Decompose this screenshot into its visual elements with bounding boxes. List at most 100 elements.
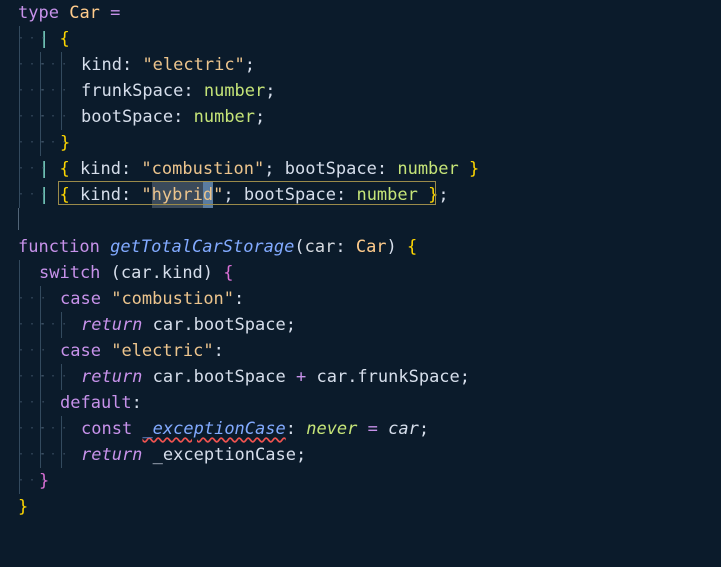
- code-line-13[interactable]: return car.bootSpace;: [18, 312, 296, 338]
- parameter-type: Car: [355, 237, 387, 257]
- property-name: kind: [79, 185, 121, 205]
- type-annotation: number: [397, 159, 459, 179]
- code-line-8[interactable]: | { kind: "hybrid"; bootSpace: number };: [18, 182, 449, 208]
- indent-guide: [39, 390, 60, 416]
- indent-guide: [60, 52, 81, 78]
- indent-guide: [18, 286, 51, 312]
- keyword-case: case: [60, 289, 101, 309]
- type-annotation: number: [193, 107, 256, 127]
- code-line-3[interactable]: kind: "electric";: [18, 52, 255, 78]
- indent-guide: [18, 208, 19, 230]
- text-cursor[interactable]: d: [202, 182, 214, 208]
- indent-guide: [18, 52, 51, 78]
- string-quote-close: ": [213, 185, 224, 205]
- open-brace: {: [59, 29, 70, 49]
- type-annotation: never: [306, 419, 358, 439]
- return-expression: _exceptionCase: [152, 445, 296, 465]
- code-line-20[interactable]: }: [18, 494, 28, 520]
- indent-guide: [60, 416, 81, 442]
- type-name: Car: [69, 3, 100, 23]
- code-line-5[interactable]: bootSpace: number;: [18, 104, 265, 130]
- keyword-return: return: [81, 445, 143, 465]
- code-line-1[interactable]: type Car =: [18, 0, 120, 26]
- indent-guide: [18, 416, 51, 442]
- property-name: bootSpace: [284, 159, 377, 179]
- string-literal: "combustion": [141, 159, 265, 179]
- indent-guide: [39, 130, 72, 156]
- type-annotation: number: [356, 185, 418, 205]
- parameter-name: car: [304, 237, 336, 257]
- indent-guide: [39, 312, 72, 338]
- indent-guide: [18, 312, 51, 338]
- string-literal: "combustion": [111, 289, 235, 309]
- return-expression: car.frunkSpace: [316, 367, 460, 387]
- indent-guide: [18, 260, 39, 286]
- indent-guide: [60, 312, 81, 338]
- error-variable[interactable]: _exceptionCase: [142, 416, 285, 442]
- keyword-return: return: [81, 367, 143, 387]
- indent-guide: [39, 338, 60, 364]
- code-line-14[interactable]: case "electric":: [18, 338, 224, 364]
- code-line-15[interactable]: return car.bootSpace + car.frunkSpace;: [18, 364, 470, 390]
- code-line-17[interactable]: const _exceptionCase: never = car;: [18, 416, 429, 442]
- string-literal: "electric": [142, 55, 245, 75]
- keyword-type: type: [18, 3, 59, 23]
- code-line-12[interactable]: case "combustion":: [18, 286, 244, 312]
- keyword-const: const: [81, 419, 133, 439]
- keyword-switch: switch: [39, 263, 101, 283]
- indent-guide: [18, 182, 51, 208]
- indent-guide: [39, 416, 72, 442]
- selected-text[interactable]: hybri: [151, 182, 203, 208]
- code-editor[interactable]: type Car = | { kind: "electric"; frunkSp…: [0, 0, 721, 567]
- property-name: bootSpace: [243, 185, 336, 205]
- type-annotation: number: [203, 81, 266, 101]
- code-line-2[interactable]: | {: [18, 26, 70, 52]
- indent-guide: [18, 78, 51, 104]
- return-expression: car.bootSpace: [152, 315, 286, 335]
- property-name: kind: [81, 55, 122, 75]
- assigned-value: car: [388, 419, 419, 439]
- code-line-19[interactable]: }: [18, 468, 51, 494]
- code-line-7[interactable]: | { kind: "combustion"; bootSpace: numbe…: [18, 156, 479, 182]
- indent-guide: [18, 390, 51, 416]
- indent-guide: [39, 286, 60, 312]
- property-name: kind: [79, 159, 121, 179]
- code-line-16[interactable]: default:: [18, 390, 142, 416]
- code-line-4[interactable]: frunkSpace: number;: [18, 78, 276, 104]
- indent-guide: [18, 442, 51, 468]
- indent-guide: [18, 364, 51, 390]
- indent-guide: [60, 442, 81, 468]
- indent-guide: [39, 104, 72, 130]
- indent-guide: [60, 104, 81, 130]
- code-line-6[interactable]: }: [18, 130, 72, 156]
- keyword-default: default: [60, 393, 132, 413]
- indent-guide: [39, 364, 72, 390]
- indent-guide: [18, 468, 51, 494]
- string-literal: "electric": [111, 341, 214, 361]
- close-brace: }: [18, 497, 29, 517]
- keyword-function: function: [18, 237, 100, 257]
- return-expression: car.bootSpace: [152, 367, 286, 387]
- indent-guide: [39, 78, 72, 104]
- equals-operator: =: [110, 3, 121, 23]
- indent-guide: [18, 104, 51, 130]
- plus-operator: +: [295, 367, 307, 387]
- indent-guide: [60, 78, 81, 104]
- indent-guide: [18, 26, 51, 52]
- switch-expression: car.kind: [120, 263, 203, 283]
- property-name: frunkSpace: [81, 81, 184, 101]
- indent-guide: [39, 52, 72, 78]
- indent-guide: [18, 156, 51, 182]
- indent-guide: [18, 338, 51, 364]
- indent-guide: [39, 442, 72, 468]
- function-name: getTotalCarStorage: [110, 237, 295, 257]
- property-name: bootSpace: [81, 107, 174, 127]
- code-line-18[interactable]: return _exceptionCase;: [18, 442, 306, 468]
- keyword-return: return: [81, 315, 143, 335]
- indent-guide: [18, 130, 51, 156]
- code-line-11[interactable]: switch (car.kind) {: [18, 260, 234, 286]
- keyword-case: case: [60, 341, 101, 361]
- indent-guide: [60, 364, 81, 390]
- code-line-10[interactable]: function getTotalCarStorage(car: Car) {: [18, 234, 417, 260]
- string-quote-open: ": [141, 185, 152, 205]
